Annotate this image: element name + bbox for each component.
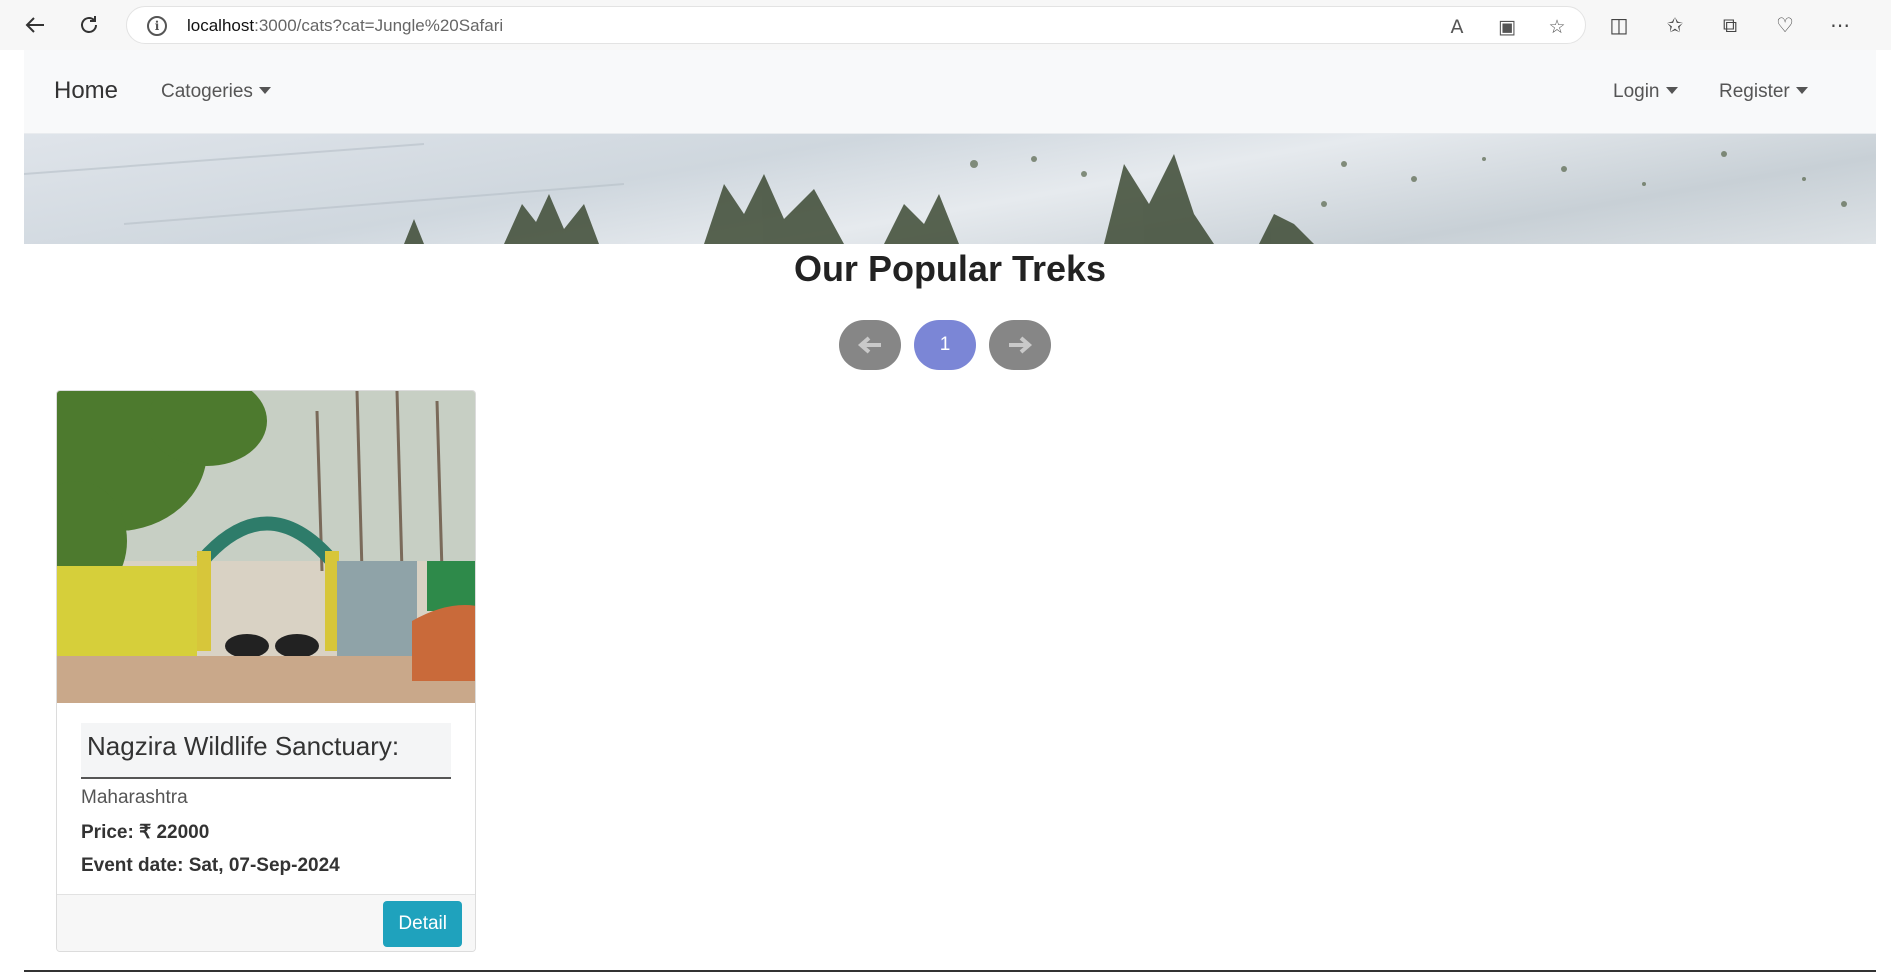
browser-toolbar: i localhost:3000/cats?cat=Jungle%20Safar… — [0, 0, 1891, 50]
navbar: Home Catogeries Login Register — [24, 50, 1876, 134]
caret-down-icon — [1795, 87, 1808, 94]
register-label: Register — [1719, 81, 1790, 102]
caret-down-icon — [1665, 87, 1678, 94]
read-aloud-icon[interactable]: A — [1445, 15, 1469, 39]
more-menu-icon[interactable]: ⋯ — [1825, 10, 1855, 40]
address-bar[interactable]: i localhost:3000/cats?cat=Jungle%20Safar… — [126, 6, 1586, 44]
hero-banner-image — [24, 134, 1876, 244]
login-label: Login — [1613, 81, 1660, 102]
trek-card-title: Nagzira Wildlife Sanctuary: — [81, 723, 451, 779]
browser-essentials-icon[interactable]: ♡ — [1770, 10, 1800, 40]
trek-card-date: Event date: Sat, 07-Sep-2024 — [81, 855, 340, 876]
app-available-icon[interactable]: ▣ — [1495, 15, 1519, 39]
divider — [24, 970, 1876, 972]
trek-card-price: Price: ₹ 22000 — [81, 822, 210, 843]
url-path: :3000/cats?cat=Jungle%20Safari — [254, 16, 504, 35]
split-screen-icon[interactable]: ◫ — [1604, 10, 1634, 40]
pagination-page-1[interactable]: 1 — [914, 320, 976, 370]
info-icon[interactable]: i — [147, 16, 167, 36]
page-content: Home Catogeries Login Register Our Popul… — [24, 50, 1876, 974]
trek-card-footer: Detail — [57, 894, 475, 951]
trek-card-state: Maharashtra — [81, 787, 188, 808]
categories-dropdown[interactable]: Catogeries — [161, 81, 271, 103]
register-dropdown[interactable]: Register — [1719, 81, 1808, 103]
caret-down-icon — [258, 87, 271, 94]
trek-card: Nagzira Wildlife Sanctuary: Maharashtra … — [56, 390, 476, 952]
detail-button[interactable]: Detail — [383, 901, 462, 947]
page-title: Our Popular Treks — [793, 248, 1107, 289]
collections-icon[interactable]: ⧉ — [1715, 10, 1745, 40]
url-text: localhost:3000/cats?cat=Jungle%20Safari — [187, 16, 503, 36]
arrow-right-icon — [1009, 336, 1033, 354]
pagination-prev-button[interactable] — [839, 320, 901, 370]
trek-card-image — [57, 391, 475, 703]
categories-label: Catogeries — [161, 81, 253, 102]
favorite-star-icon[interactable]: ☆ — [1545, 15, 1569, 39]
pagination-next-button[interactable] — [989, 320, 1051, 370]
url-host: localhost — [187, 16, 255, 35]
favorites-icon[interactable]: ✩ — [1660, 10, 1690, 40]
refresh-icon[interactable] — [72, 8, 106, 42]
arrow-left-icon — [857, 336, 881, 354]
back-icon[interactable] — [18, 8, 52, 42]
login-dropdown[interactable]: Login — [1613, 81, 1678, 103]
home-link[interactable]: Home — [54, 77, 118, 105]
